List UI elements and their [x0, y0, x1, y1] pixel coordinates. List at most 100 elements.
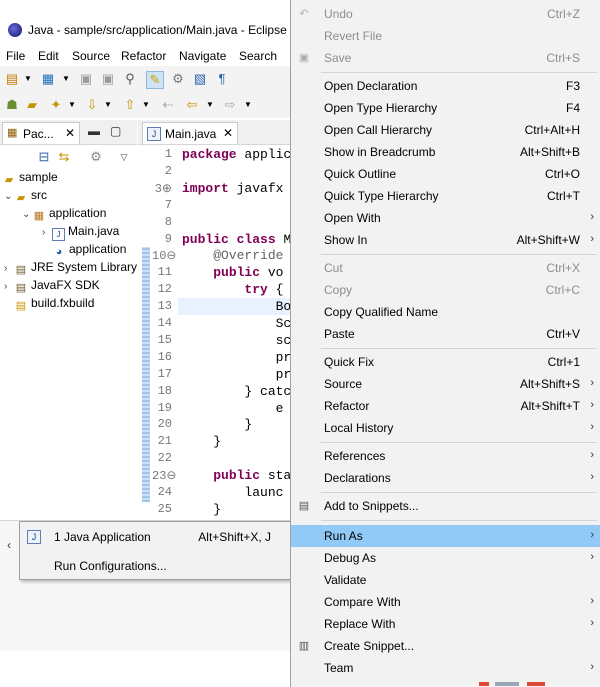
chevron-right-icon[interactable]: › — [42, 224, 52, 242]
submenu-item-run-configurations[interactable]: Run Configurations... — [20, 555, 291, 577]
highlight-icon[interactable]: ✎ — [146, 71, 164, 89]
menu-item-validate[interactable]: Validate — [291, 569, 600, 591]
menu-item-revert-file[interactable]: Revert File — [291, 25, 600, 47]
menu-item-debug-as[interactable]: Debug As › — [291, 547, 600, 569]
menu-item-label: Declarations — [324, 471, 391, 485]
menu-item-team[interactable]: Team › — [291, 657, 600, 679]
menu-item-compare-with[interactable]: Compare With › — [291, 591, 600, 613]
menu-item-label: Show In — [324, 233, 368, 247]
debug-icon[interactable]: ☗ — [4, 97, 20, 113]
code-editor[interactable]: 1 package applic 2 3⊕ import javafx 7 8 9 public… — [138, 145, 290, 520]
secondary-toolbar: ☗ ▰ ✦ ▼ ⇩ ▼ ⇧ ▼ ⇠ ⇦ ▼ ⇨ ▼ — [0, 92, 290, 118]
view-menu-icon[interactable]: ▽ — [116, 149, 132, 165]
tree-item-main-java[interactable]: › J Main.java — [42, 222, 119, 242]
submenu-item-java-application[interactable]: J 1 Java Application Alt+Shift+X, J — [20, 526, 291, 548]
menu-navigate[interactable]: Navigate — [179, 49, 226, 63]
code-line: } — [182, 501, 222, 517]
chevron-down-icon[interactable]: ▼ — [58, 71, 74, 87]
save-icon[interactable]: ▣ — [78, 71, 94, 87]
tree-item-src[interactable]: ⌄ ▰ src — [4, 186, 47, 204]
menu-item-copy[interactable]: Copy Ctrl+C — [291, 279, 600, 301]
menu-item-open-call-hierarchy[interactable]: Open Call Hierarchy Ctrl+Alt+H — [291, 119, 600, 141]
menu-item-declarations[interactable]: Declarations › — [291, 467, 600, 489]
menu-item-quick-fix[interactable]: Quick Fix Ctrl+1 — [291, 351, 600, 373]
block-select-icon[interactable]: ▧ — [192, 71, 208, 87]
save-all-icon[interactable]: ▣ — [100, 71, 116, 87]
menu-item-cut[interactable]: Cut Ctrl+X — [291, 257, 600, 279]
menu-item-label: Replace With — [324, 617, 396, 631]
chevron-down-icon[interactable]: ▼ — [138, 97, 154, 113]
menu-item-open-with[interactable]: Open With › — [291, 207, 600, 229]
menu-item-accelerator: Ctrl+Alt+H — [524, 123, 580, 137]
menu-file[interactable]: File — [6, 49, 25, 63]
menu-item-open-type-hierarchy[interactable]: Open Type Hierarchy F4 — [291, 97, 600, 119]
menu-item-label: Undo — [324, 7, 353, 21]
chevron-right-icon: › — [590, 595, 594, 607]
menu-item-save[interactable]: ▣ Save Ctrl+S — [291, 47, 600, 69]
code-line: sc — [182, 332, 290, 348]
tab-package-explorer[interactable]: ▦ Pac... ✕ — [2, 122, 80, 144]
tree-item-jre[interactable]: › ▤ JRE System Library — [4, 258, 137, 276]
chevron-left-icon[interactable]: ‹ — [0, 530, 18, 560]
chevron-right-icon: › — [590, 551, 594, 563]
menu-item-open-declaration[interactable]: Open Declaration F3 — [291, 75, 600, 97]
whitespace-icon[interactable]: ¶ — [214, 71, 230, 87]
menu-item-create-snippet[interactable]: ▥ Create Snippet... — [291, 635, 600, 657]
menu-item-refactor[interactable]: Refactor Alt+Shift+T › — [291, 395, 600, 417]
new-icon[interactable]: ▤ — [4, 71, 20, 87]
tree-item-package[interactable]: ⌄ ▦ application — [22, 204, 106, 222]
menu-item-add-to-snippets[interactable]: ▤ Add to Snippets... — [291, 495, 600, 517]
menu-edit[interactable]: Edit — [38, 49, 59, 63]
chevron-down-icon[interactable]: ⌄ — [22, 206, 32, 224]
tab-main-java[interactable]: J Main.java ✕ — [142, 122, 238, 144]
menu-item-source[interactable]: Source Alt+Shift+S › — [291, 373, 600, 395]
menu-item-accelerator: Ctrl+C — [545, 283, 580, 297]
open-type-icon[interactable]: ▰ — [24, 97, 40, 113]
last-edit-icon[interactable]: ⇠ — [160, 97, 176, 113]
menu-item-replace-with[interactable]: Replace With › — [291, 613, 600, 635]
search-icon[interactable]: ✦ — [48, 97, 64, 113]
new-java-icon[interactable]: ▦ — [40, 71, 56, 87]
prev-annotation-icon[interactable]: ⇧ — [122, 97, 138, 113]
tree-item-build[interactable]: ▤ build.fxbuild — [14, 294, 95, 312]
menu-item-show-in-breadcrumb[interactable]: Show in Breadcrumb Alt+Shift+B — [291, 141, 600, 163]
menu-item-paste[interactable]: Paste Ctrl+V — [291, 323, 600, 345]
menu-item-local-history[interactable]: Local History › — [291, 417, 600, 439]
collapse-all-icon[interactable]: ⊟ — [36, 149, 52, 165]
chevron-down-icon[interactable]: ▼ — [240, 97, 256, 113]
link-editor-icon[interactable]: ⇆ — [56, 149, 72, 165]
menu-refactor[interactable]: Refactor — [121, 49, 166, 63]
menu-item-label: Open Declaration — [324, 79, 418, 93]
menu-search[interactable]: Search — [239, 49, 277, 63]
code-line: e — [182, 400, 284, 416]
chevron-right-icon[interactable]: › — [4, 278, 14, 296]
menu-item-show-in[interactable]: Show In Alt+Shift+W › — [291, 229, 600, 251]
menu-item-quick-outline[interactable]: Quick Outline Ctrl+O — [291, 163, 600, 185]
forward-icon[interactable]: ⇨ — [222, 97, 238, 113]
close-icon[interactable]: ✕ — [223, 126, 233, 140]
menu-item-undo[interactable]: ↶ Undo Ctrl+Z — [291, 3, 600, 25]
chevron-down-icon[interactable]: ▼ — [20, 71, 36, 87]
close-icon[interactable]: ✕ — [65, 126, 75, 140]
tree-item-javafx[interactable]: › ▤ JavaFX SDK — [4, 276, 100, 294]
menu-source[interactable]: Source — [72, 49, 110, 63]
tree-item-css[interactable]: ◕ application — [52, 240, 127, 258]
menu-item-copy-qualified-name[interactable]: Copy Qualified Name — [291, 301, 600, 323]
filter-icon[interactable]: ⚙ — [88, 149, 104, 165]
menu-item-run-as[interactable]: Run As › — [291, 525, 600, 547]
chevron-down-icon[interactable]: ▼ — [64, 97, 80, 113]
back-icon[interactable]: ⇦ — [184, 97, 200, 113]
menu-item-quick-type-hierarchy[interactable]: Quick Type Hierarchy Ctrl+T — [291, 185, 600, 207]
chevron-down-icon[interactable]: ⌄ — [4, 188, 14, 206]
menu-item-references[interactable]: References › — [291, 445, 600, 467]
next-annotation-icon[interactable]: ⇩ — [84, 97, 100, 113]
tree-item-project[interactable]: ▰ sample — [2, 168, 58, 186]
menu-item-label: Revert File — [324, 29, 383, 43]
chevron-down-icon[interactable]: ▼ — [100, 97, 116, 113]
chevron-right-icon: › — [590, 211, 594, 223]
toggle-icon[interactable]: ⚙ — [170, 71, 186, 87]
chevron-down-icon[interactable]: ▼ — [202, 97, 218, 113]
print-icon[interactable]: ⚲ — [122, 71, 138, 87]
minimize-maximize-icon[interactable]: ▬ ▢ — [88, 124, 121, 138]
line-number: 24 — [157, 485, 172, 499]
